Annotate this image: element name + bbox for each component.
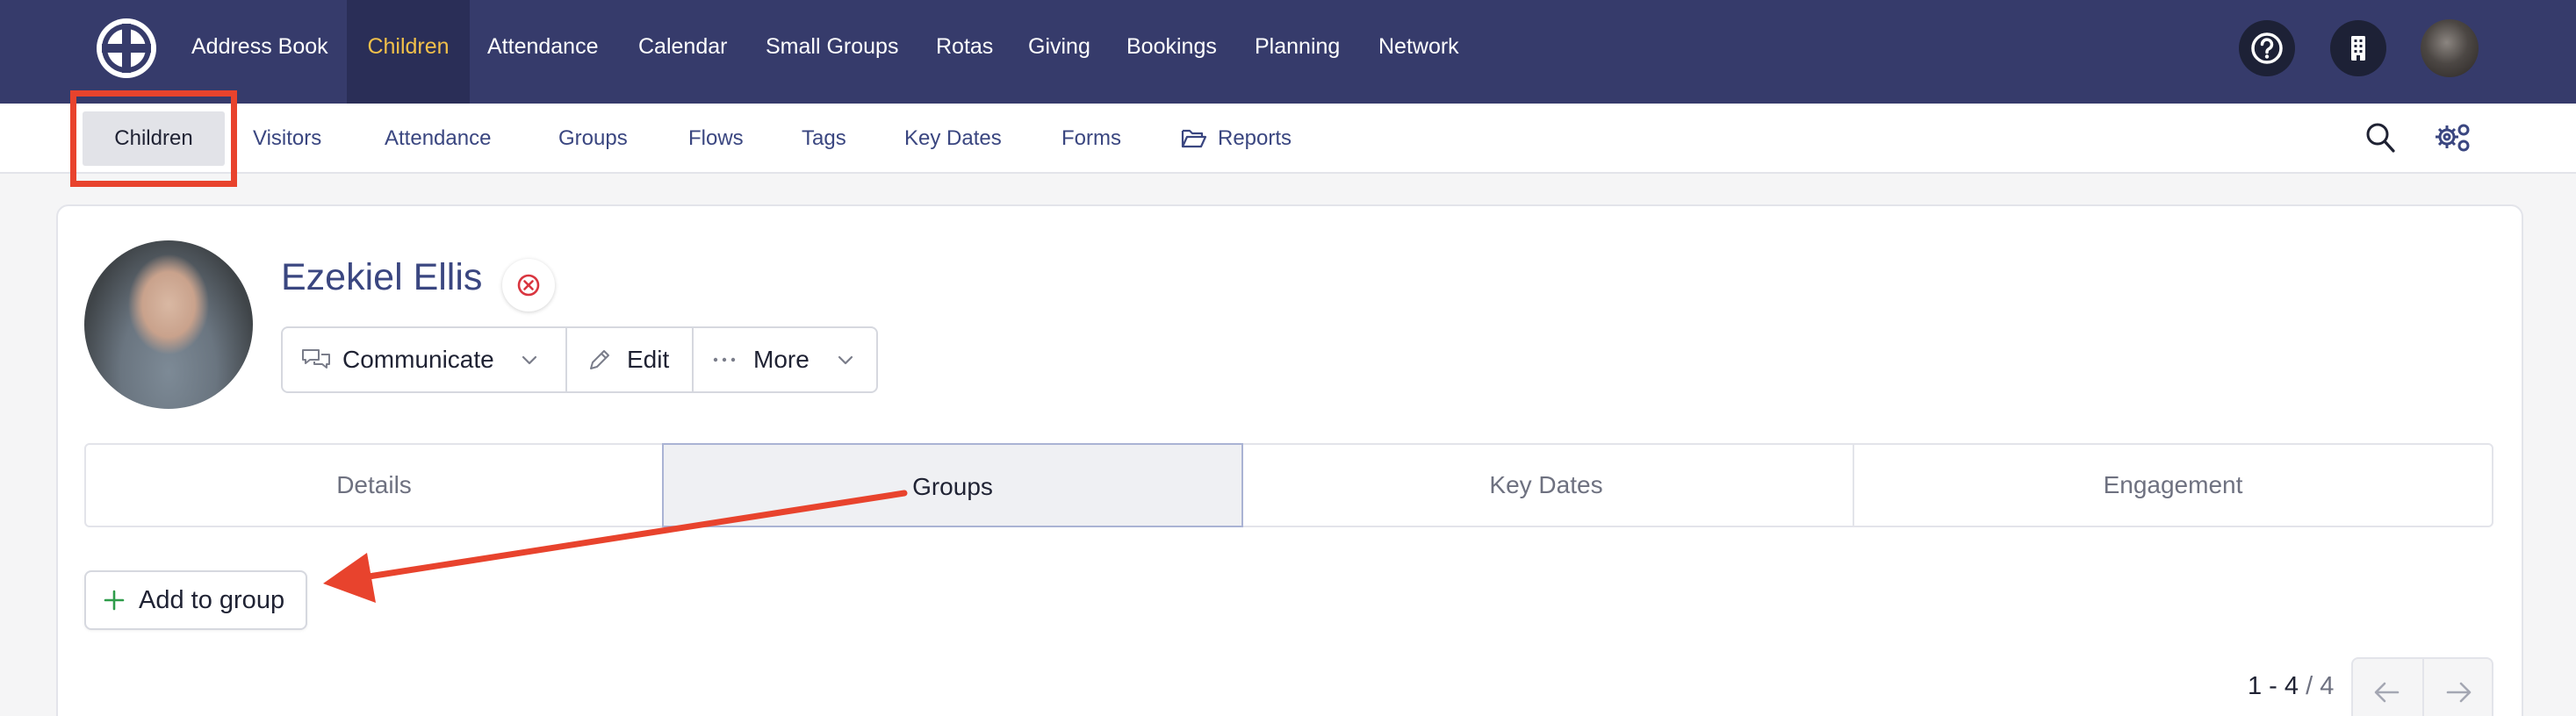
edit-button[interactable]: Edit: [567, 328, 692, 391]
profile-action-group: Communicate Edit More: [281, 326, 878, 393]
communicate-button[interactable]: Communicate: [283, 328, 565, 391]
tab-key-dates[interactable]: Key Dates: [1243, 445, 1849, 526]
remove-circle-icon: [517, 274, 540, 297]
building-icon: [2351, 36, 2365, 61]
subnav-visitors[interactable]: Visitors: [253, 104, 321, 174]
tab-details[interactable]: Details: [86, 445, 662, 526]
topnav-planning[interactable]: Planning: [1255, 0, 1340, 104]
subnav-key-dates[interactable]: Key Dates: [904, 104, 1002, 174]
topnav-children[interactable]: Children: [347, 0, 470, 104]
section-navigation-bar: Children Visitors Attendance Groups Flow…: [0, 104, 2576, 174]
app-logo-icon[interactable]: [97, 18, 156, 78]
communicate-label: Communicate: [342, 346, 494, 373]
add-to-group-button[interactable]: Add to group: [84, 570, 307, 630]
chevron-down-icon: [838, 355, 853, 365]
topnav-rotas[interactable]: Rotas: [936, 0, 993, 104]
subnav-forms[interactable]: Forms: [1061, 104, 1121, 174]
profile-photo: [84, 240, 253, 409]
tab-groups[interactable]: Groups: [662, 443, 1243, 527]
subnav-attendance[interactable]: Attendance: [385, 104, 491, 174]
remove-status-button[interactable]: [502, 259, 555, 311]
search-icon[interactable]: [2365, 121, 2397, 154]
subnav-reports-label: Reports: [1218, 126, 1292, 150]
pagination-controls: [2351, 657, 2493, 716]
plus-icon: [104, 590, 125, 611]
next-page-button[interactable]: [2424, 659, 2493, 716]
folder-open-icon: [1181, 129, 1207, 148]
arrow-left-icon: [2374, 682, 2400, 703]
chevron-down-icon: [522, 355, 537, 365]
profile-name: Ezekiel Ellis: [281, 256, 483, 298]
subnav-flows[interactable]: Flows: [688, 104, 744, 174]
help-icon: [2251, 32, 2283, 64]
subnav-children[interactable]: Children: [83, 111, 225, 166]
user-avatar[interactable]: [2421, 19, 2479, 77]
more-label: More: [753, 346, 809, 373]
edit-label: Edit: [627, 346, 670, 373]
subnav-tags[interactable]: Tags: [802, 104, 846, 174]
topnav-network[interactable]: Network: [1378, 0, 1459, 104]
topnav-attendance[interactable]: Attendance: [487, 0, 599, 104]
subnav-groups[interactable]: Groups: [558, 104, 628, 174]
more-button[interactable]: More: [694, 328, 876, 391]
top-navigation-bar: Address Book Children Attendance Calenda…: [0, 0, 2576, 104]
chat-bubbles-icon: [302, 349, 330, 369]
profile-tabs: Details Groups Key Dates Engagement: [84, 443, 2493, 527]
pagination-range: 1 - 4: [2248, 672, 2299, 700]
help-button[interactable]: [2239, 20, 2295, 76]
settings-gears-icon[interactable]: [2432, 119, 2472, 154]
pencil-icon: [590, 350, 609, 369]
previous-page-button[interactable]: [2353, 659, 2422, 716]
pagination-total: 4: [2320, 672, 2335, 700]
arrow-right-icon: [2446, 682, 2472, 703]
add-to-group-label: Add to group: [139, 586, 285, 614]
topnav-address-book[interactable]: Address Book: [191, 0, 328, 104]
organisation-button[interactable]: [2330, 20, 2386, 76]
topnav-small-groups[interactable]: Small Groups: [766, 0, 898, 104]
topnav-bookings[interactable]: Bookings: [1126, 0, 1217, 104]
topnav-calendar[interactable]: Calendar: [638, 0, 727, 104]
topnav-giving[interactable]: Giving: [1028, 0, 1090, 104]
pagination-count: 1 - 4 / 4: [2248, 672, 2335, 700]
ellipsis-icon: [713, 357, 736, 362]
tab-engagement[interactable]: Engagement: [1854, 445, 2492, 526]
